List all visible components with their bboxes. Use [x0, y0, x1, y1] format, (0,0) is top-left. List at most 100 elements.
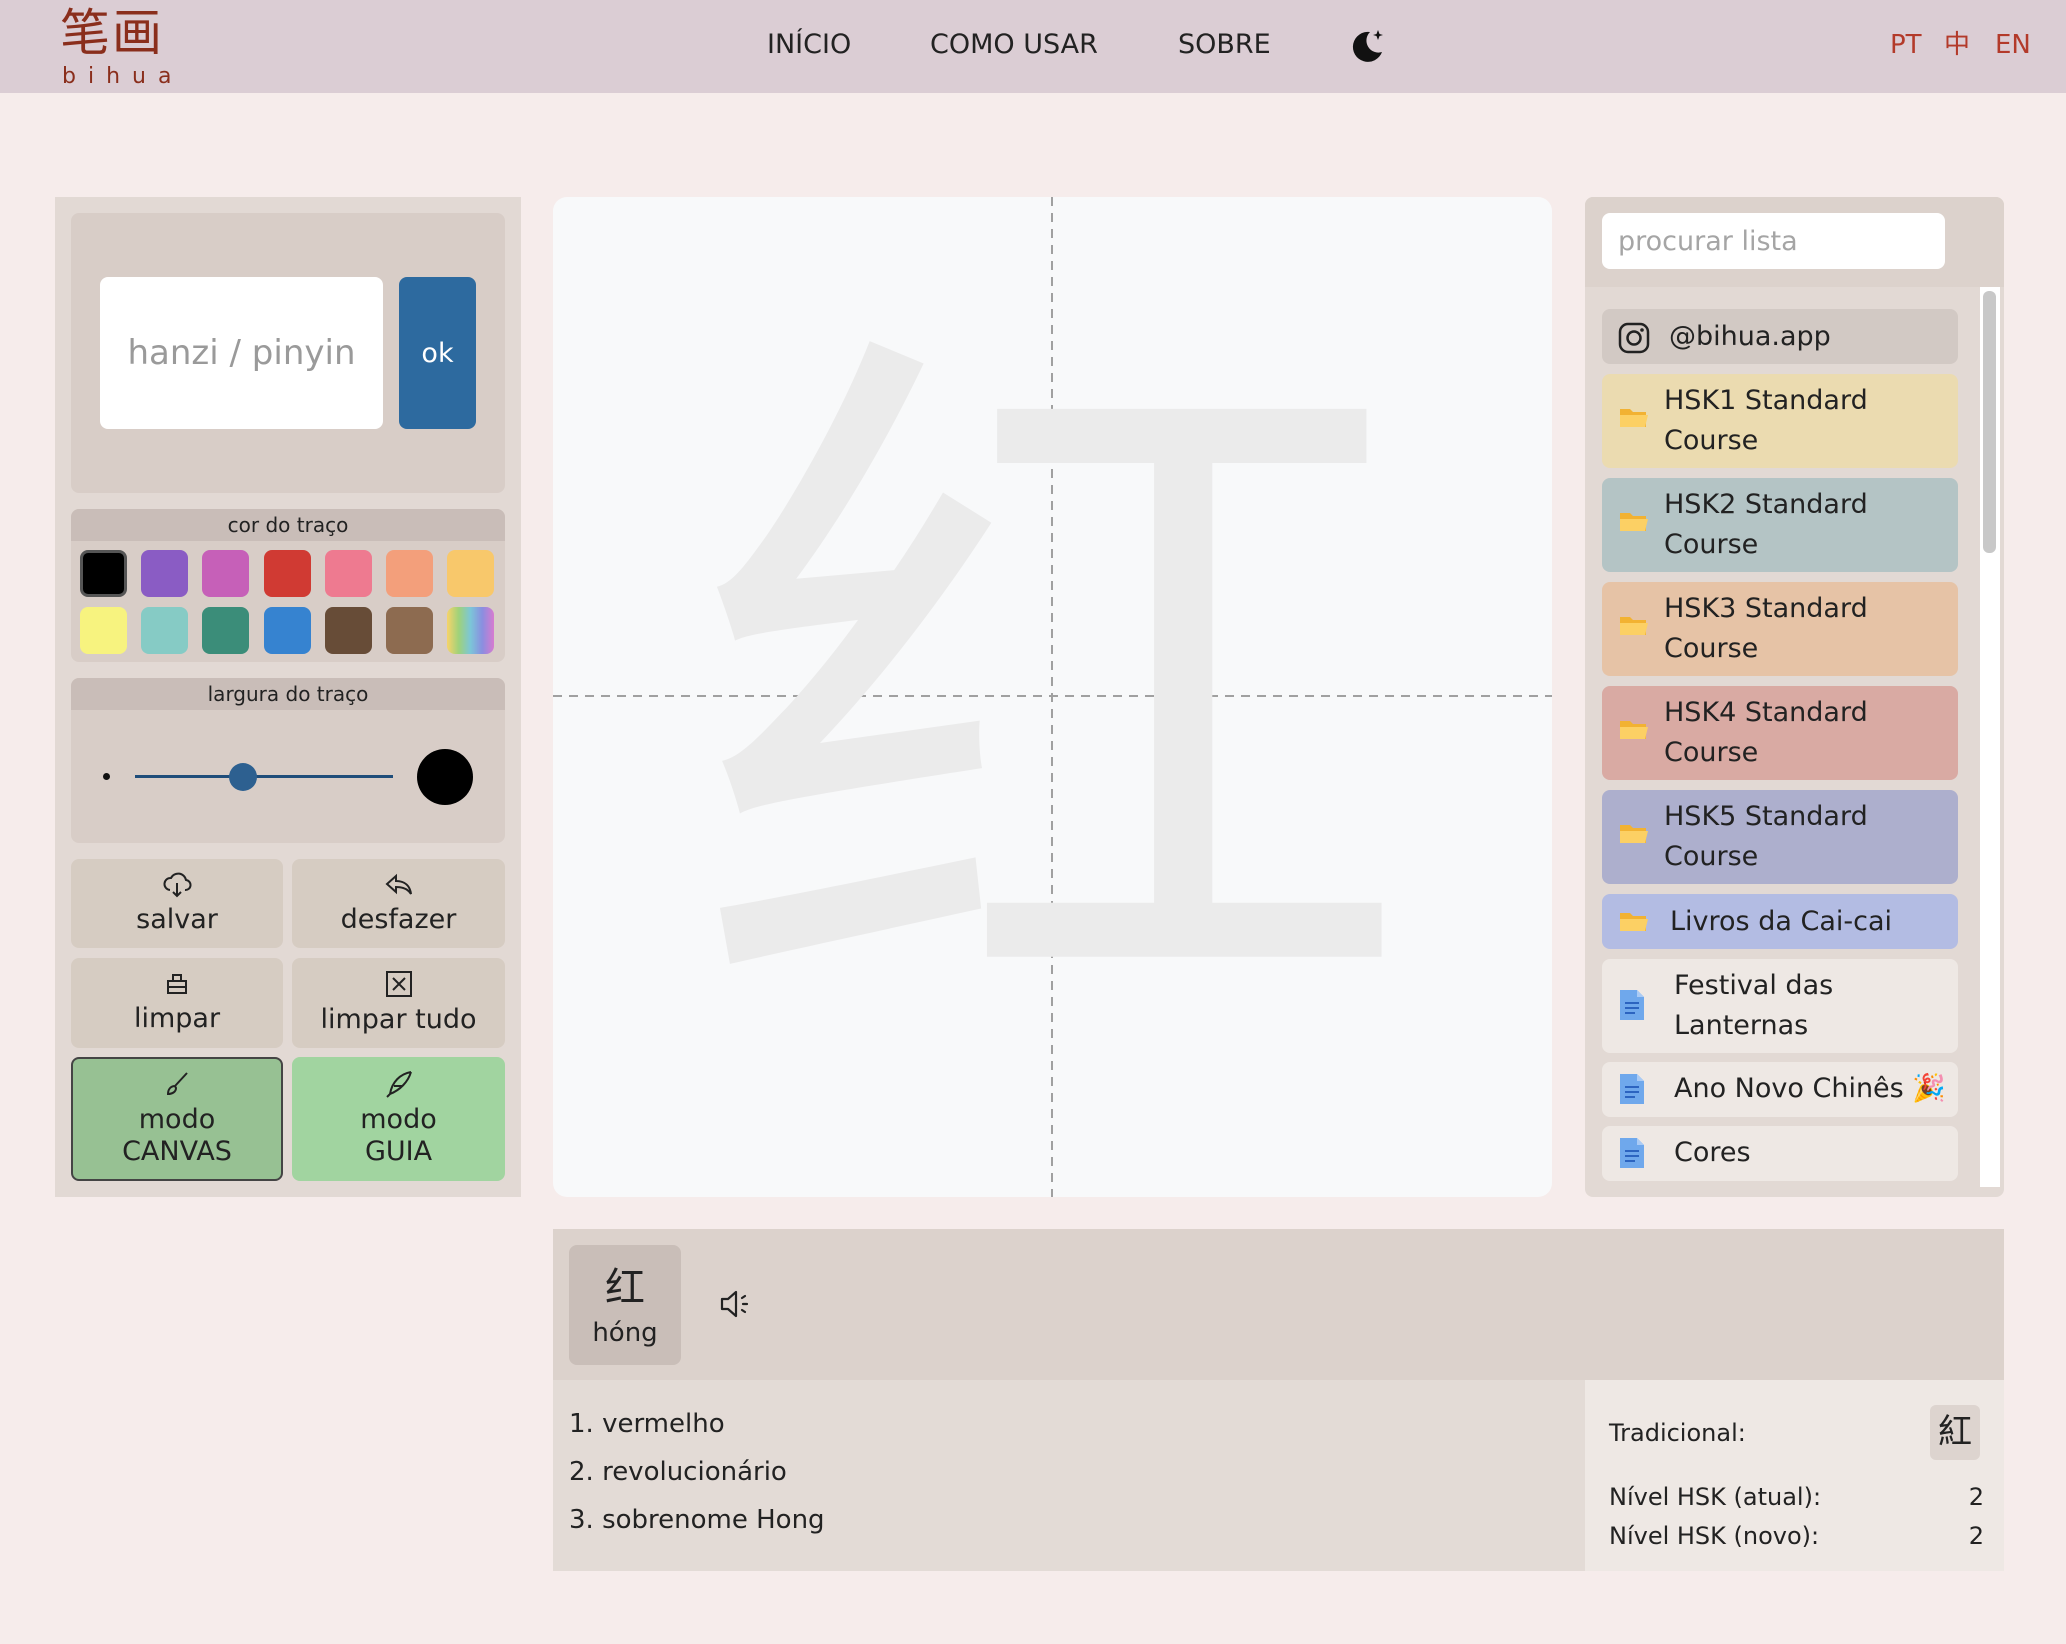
folder-icon [1618, 505, 1650, 549]
nav-how-to-use[interactable]: COMO USAR [930, 26, 1098, 64]
document-icon [1618, 988, 1646, 1034]
color-swatch-rainbow[interactable] [447, 607, 494, 654]
color-swatch-blue[interactable] [264, 607, 311, 654]
word-character: 红 [605, 1265, 645, 1311]
color-swatch-red[interactable] [264, 550, 311, 597]
list-scrollbar-thumb[interactable] [1983, 291, 1996, 553]
list-search-input[interactable] [1602, 213, 1945, 269]
guide-mode-button[interactable]: modo GUIA [292, 1057, 505, 1181]
color-swatch-magenta[interactable] [202, 550, 249, 597]
color-swatch-pink[interactable] [325, 550, 372, 597]
word-pinyin: hóng [592, 1318, 658, 1348]
hsk-new-label: Nível HSK (novo): [1609, 1522, 1820, 1550]
hsk-new-value: 2 [1968, 1522, 1984, 1550]
word-info-bar [553, 1229, 2004, 1380]
hsk-current-label: Nível HSK (atual): [1609, 1483, 1822, 1511]
list-item-label: HSK2 Standard [1664, 489, 1868, 520]
cloud-download-icon [163, 872, 192, 897]
color-swatch-dark-brown[interactable] [325, 607, 372, 654]
list-item-label: HSK1 Standard [1664, 385, 1868, 416]
list-item-label: Festival das [1674, 970, 1834, 1001]
clear-all-label: limpar tudo [320, 1004, 477, 1035]
list-item-label: Course [1664, 633, 1759, 664]
clear-all-button[interactable]: limpar tudo [292, 958, 505, 1048]
clear-label: limpar [133, 1003, 221, 1034]
document-icon [1618, 1072, 1646, 1118]
list-item-label: HSK5 Standard [1664, 801, 1868, 832]
stroke-color-title: cor do traço [71, 509, 505, 541]
color-swatch-black[interactable] [80, 550, 127, 597]
brush-icon [166, 1072, 188, 1096]
list-item-label: Cores [1674, 1137, 1751, 1168]
list-item-label: Course [1664, 529, 1759, 560]
definition-item: 3. sobrenome Hong [569, 1505, 825, 1535]
document-icon [1618, 1136, 1646, 1182]
drawing-canvas[interactable]: 红 [553, 197, 1552, 1197]
list-item-label: @bihua.app [1669, 321, 1831, 352]
clear-button[interactable]: limpar [71, 958, 283, 1048]
traditional-character[interactable]: 紅 [1930, 1405, 1980, 1460]
definition-item: 1. vermelho [569, 1409, 725, 1439]
color-swatch-purple[interactable] [141, 550, 188, 597]
color-swatch-green[interactable] [202, 607, 249, 654]
list-item-hsk1[interactable]: HSK1 Standard Course [1602, 374, 1958, 468]
guide-mode-label-2: GUIA [364, 1136, 433, 1167]
color-swatch-orange[interactable] [447, 550, 494, 597]
list-item-cores[interactable]: Cores [1602, 1126, 1958, 1181]
min-width-indicator [103, 773, 110, 780]
folder-icon [1618, 713, 1650, 757]
traditional-label: Tradicional: [1609, 1419, 1746, 1447]
list-item-label: Course [1664, 841, 1759, 872]
color-swatch-teal[interactable] [141, 607, 188, 654]
canvas-mode-button[interactable]: modo CANVAS [71, 1057, 283, 1181]
guide-mode-label-1: modo [360, 1104, 437, 1135]
lang-zh[interactable]: 中 [1944, 26, 1970, 64]
guide-character: 红 [692, 278, 1413, 1116]
logo-text[interactable]: bihua [62, 64, 183, 89]
list-item-label: HSK4 Standard [1664, 697, 1868, 728]
undo-label: desfazer [340, 903, 457, 935]
list-item-label: Ano Novo Chinês 🎉 [1674, 1073, 1946, 1104]
quill-icon [385, 1071, 412, 1098]
list-item-hsk3[interactable]: HSK3 Standard Course [1602, 582, 1958, 676]
canvas-mode-label-2: CANVAS [122, 1136, 232, 1167]
list-item-instagram[interactable]: @bihua.app [1602, 309, 1958, 364]
list-item-hsk2[interactable]: HSK2 Standard Course [1602, 478, 1958, 572]
dark-mode-icon[interactable] [1348, 26, 1388, 66]
save-button[interactable]: salvar [71, 859, 283, 948]
nav-about[interactable]: SOBRE [1178, 26, 1271, 64]
definition-item: 2. revolucionário [569, 1457, 787, 1487]
stroke-width-title: largura do traço [71, 678, 505, 710]
folder-icon [1618, 401, 1650, 445]
canvas-mode-label-1: modo [138, 1104, 216, 1135]
close-box-icon [385, 971, 412, 997]
nav-home[interactable]: INÍCIO [767, 26, 851, 64]
hanzi-pinyin-input[interactable] [100, 277, 383, 429]
list-item-livros-cai-cai[interactable]: Livros da Cai-cai [1602, 894, 1958, 949]
lang-pt[interactable]: PT [1890, 26, 1922, 64]
list-item-label: Livros da Cai-cai [1670, 906, 1892, 937]
list-item-label: HSK3 Standard [1664, 593, 1868, 624]
color-swatch-yellow[interactable] [80, 607, 127, 654]
save-label: salvar [136, 903, 218, 935]
list-item-label: Course [1664, 425, 1759, 456]
list-item-ano-novo-chines[interactable]: Ano Novo Chinês 🎉 [1602, 1062, 1958, 1117]
logo-mark[interactable]: 笔画 [60, 4, 164, 62]
color-swatch-salmon[interactable] [386, 550, 433, 597]
list-item-hsk5[interactable]: HSK5 Standard Course [1602, 790, 1958, 884]
folder-icon [1618, 817, 1650, 861]
undo-icon [384, 873, 412, 895]
speaker-icon[interactable] [718, 1288, 754, 1320]
list-item-hsk4[interactable]: HSK4 Standard Course [1602, 686, 1958, 780]
instagram-icon [1618, 322, 1650, 354]
color-swatch-brown[interactable] [386, 607, 433, 654]
lang-en[interactable]: EN [1995, 26, 2031, 64]
stroke-width-slider[interactable] [135, 775, 393, 778]
list-item-festival-lanternas[interactable]: Festival das Lanternas [1602, 959, 1958, 1053]
ok-button[interactable]: ok [399, 277, 476, 429]
undo-button[interactable]: desfazer [292, 859, 505, 948]
max-width-indicator [417, 749, 473, 805]
eraser-icon [167, 974, 187, 994]
list-item-label: Course [1664, 737, 1759, 768]
folder-icon [1618, 609, 1650, 653]
